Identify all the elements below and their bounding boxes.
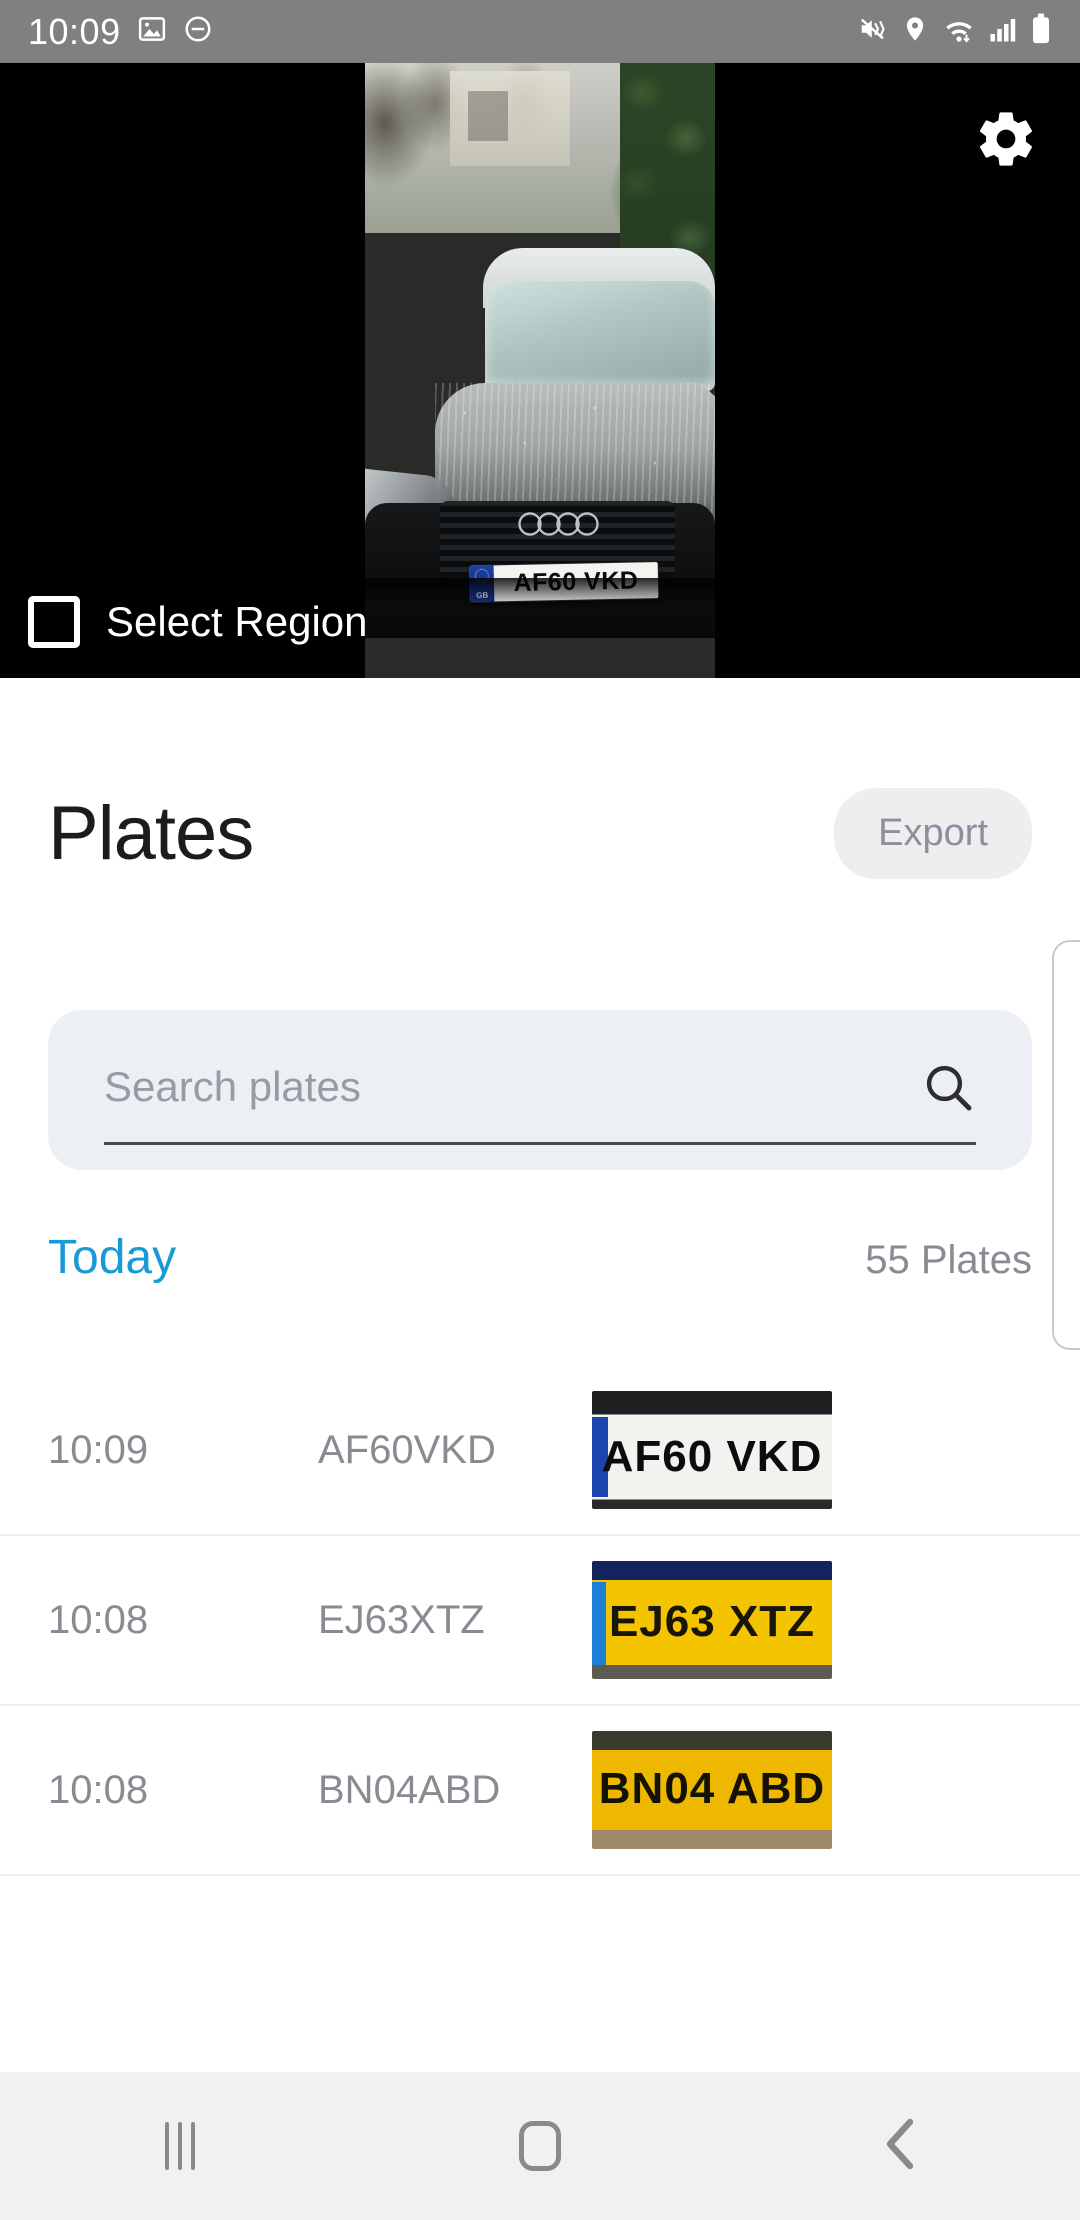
- back-icon: [878, 2116, 922, 2177]
- search-input[interactable]: [104, 1062, 908, 1111]
- image-icon: [137, 14, 167, 49]
- signal-bars-icon: [989, 14, 1017, 49]
- plate-time: 10:08: [48, 1767, 149, 1812]
- camera-video-feed: GB AF60 VKD: [365, 63, 715, 678]
- section-plate-count: 55 Plates: [865, 1238, 1032, 1282]
- mute-vibrate-icon: [858, 14, 888, 49]
- status-bar-clock: 10:09: [28, 10, 121, 52]
- section-label-today: Today: [48, 1231, 177, 1284]
- plate-thumbnail-text: BN04 ABD: [598, 1763, 826, 1813]
- plate-thumbnail-text: AF60 VKD: [601, 1432, 823, 1482]
- plate-time: 10:09: [48, 1427, 149, 1472]
- plate-code: EJ63XTZ: [318, 1597, 485, 1642]
- scene-building: [450, 71, 570, 166]
- plate-thumbnail[interactable]: EJ63 XTZ: [592, 1561, 832, 1679]
- search-bar[interactable]: [48, 1010, 1032, 1170]
- back-button[interactable]: [810, 2072, 990, 2220]
- plate-code: AF60VKD: [318, 1427, 496, 1472]
- table-row[interactable]: 10:08 BN04ABD BN04 ABD: [0, 1706, 1080, 1876]
- settings-button[interactable]: [970, 105, 1042, 177]
- do-not-disturb-icon: [183, 14, 213, 49]
- battery-icon: [1030, 13, 1052, 50]
- table-row[interactable]: 10:08 EJ63XTZ EJ63 XTZ: [0, 1536, 1080, 1706]
- status-bar-left: 10:09: [28, 11, 213, 53]
- list-scrollbar[interactable]: [1052, 940, 1080, 1350]
- recents-icon: [165, 2122, 195, 2170]
- status-bar-right: [858, 13, 1052, 50]
- table-row[interactable]: 10:09 AF60VKD AF60 VKD: [0, 1366, 1080, 1536]
- plate-list: 10:09 AF60VKD AF60 VKD 10:08 EJ63XTZ EJ6…: [0, 1366, 1080, 1876]
- main-content: Plates Export Today 55 Plates 10:09 AF60…: [0, 678, 1080, 2072]
- location-pin-icon: [901, 14, 929, 49]
- gear-icon: [974, 107, 1038, 176]
- plate-thumbnail-text: EJ63 XTZ: [608, 1597, 816, 1647]
- page-header: Plates Export: [0, 768, 1080, 898]
- section-header: Today 55 Plates: [48, 1230, 1032, 1285]
- wifi-icon: [942, 14, 976, 49]
- scene-windshield: [485, 281, 715, 391]
- select-region-label: Select Region: [106, 598, 368, 645]
- home-icon: [519, 2121, 561, 2171]
- home-button[interactable]: [450, 2072, 630, 2220]
- export-button[interactable]: Export: [834, 787, 1032, 879]
- android-navigation-bar: [0, 2072, 1080, 2220]
- plate-code: BN04ABD: [318, 1767, 501, 1812]
- recents-button[interactable]: [90, 2072, 270, 2220]
- scene-gravel-ground: [365, 543, 715, 678]
- app-screen: 10:09 Select Region Plates Export Search…: [0, 0, 1080, 2220]
- select-region-toggle[interactable]: Select Region: [28, 596, 368, 648]
- audi-rings-icon: [517, 511, 603, 537]
- plate-thumbnail[interactable]: BN04 ABD: [592, 1731, 832, 1849]
- search-field-group: [104, 1035, 976, 1145]
- status-bar: 10:09: [0, 0, 1080, 63]
- search-icon[interactable]: [920, 1059, 976, 1115]
- select-region-checkbox[interactable]: [28, 596, 80, 648]
- plate-thumbnail[interactable]: AF60 VKD: [592, 1391, 832, 1509]
- plate-time: 10:08: [48, 1597, 149, 1642]
- camera-preview[interactable]: GB AF60 VKD Select Region: [0, 63, 1080, 678]
- page-title: Plates: [48, 790, 254, 876]
